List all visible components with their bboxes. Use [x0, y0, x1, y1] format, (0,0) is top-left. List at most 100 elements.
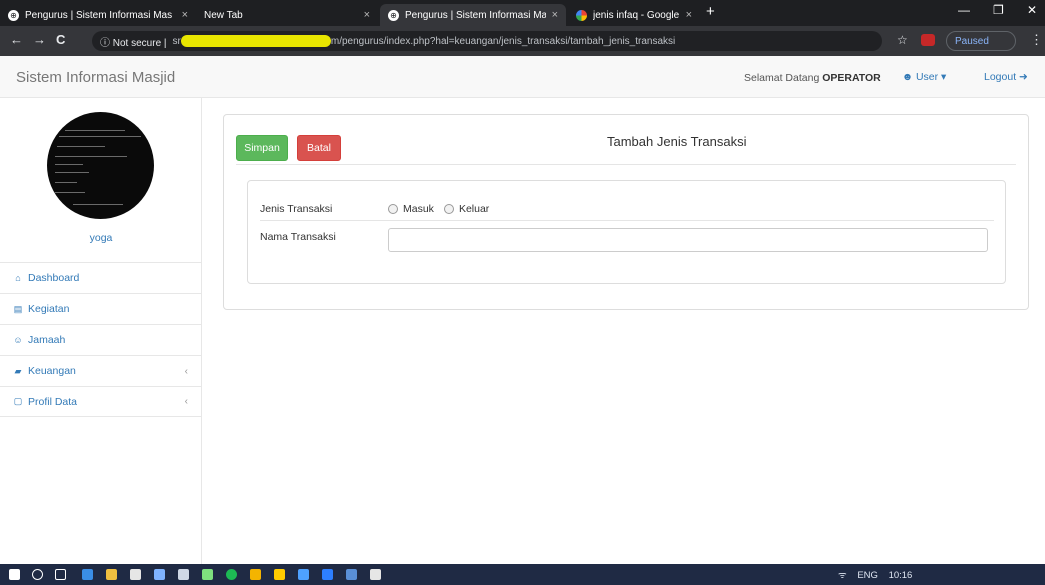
jenis-transaksi-label: Jenis Transaksi [260, 203, 333, 215]
google-icon [576, 9, 587, 21]
url-prefix: sr [172, 35, 181, 47]
welcome-role: OPERATOR [822, 72, 881, 84]
browser-tab[interactable]: New Tab × [196, 4, 378, 26]
radio-keluar[interactable] [443, 204, 454, 214]
app-icon[interactable] [322, 569, 333, 580]
list-icon: ▤ [13, 303, 23, 314]
close-tab-icon[interactable]: × [552, 9, 558, 21]
browser-tab[interactable]: jenis infaq - Google Search × [568, 4, 700, 26]
bookmark-star-icon[interactable]: ☆ [897, 33, 908, 47]
app-brand[interactable]: Sistem Informasi Masjid [16, 69, 175, 86]
tab-title: Pengurus | Sistem Informasi Mas [25, 9, 173, 21]
sidebar-item-label: Jamaah [28, 334, 66, 346]
radio-masuk[interactable] [388, 204, 398, 214]
sidebar-item-label: Kegiatan [28, 303, 70, 315]
avatar [47, 112, 154, 219]
clock[interactable]: 10:16 [889, 570, 913, 581]
tab-title: Pengurus | Sistem Informasi Mas [405, 9, 546, 21]
sidebar-item-keuangan[interactable]: ▰ Keuangan ‹ [0, 355, 202, 386]
system-tray: ᯤ ENG 10:16 [838, 568, 920, 581]
form-panel: Simpan Batal Tambah Jenis Transaksi Jeni… [223, 114, 1029, 310]
page-title: Tambah Jenis Transaksi [607, 134, 747, 149]
home-icon: ⌂ [15, 273, 21, 283]
sidebar: yoga ⌂ Dashboard ▤ Kegiatan ☺ Jamaah ▰ K… [0, 98, 202, 564]
row-divider [260, 220, 994, 221]
sidebar-item-label: Dashboard [28, 272, 80, 284]
reload-icon[interactable]: C [56, 32, 65, 47]
app-icon[interactable] [154, 569, 165, 580]
search-icon[interactable] [32, 569, 43, 580]
store-icon[interactable] [130, 569, 141, 580]
globe-icon: ⊕ [388, 9, 399, 21]
redacted-url-part [180, 35, 331, 47]
app-navbar: Sistem Informasi Masjid Selamat Datang O… [0, 56, 1045, 98]
sidebar-username: yoga [89, 232, 113, 244]
sidebar-item-label: Profil Data [28, 395, 78, 408]
forward-icon[interactable]: → [33, 32, 46, 47]
globe-icon: ⊕ [8, 9, 19, 21]
task-view-icon[interactable] [55, 569, 66, 580]
file-explorer-icon[interactable] [106, 569, 117, 580]
url-text: m/pengurus/index.php?hal=keuangan/jenis_… [330, 35, 676, 47]
close-tab-icon[interactable]: × [686, 9, 692, 21]
sidebar-item-dashboard[interactable]: ⌂ Dashboard [0, 262, 202, 293]
radio-masuk-label[interactable]: Masuk [403, 203, 434, 215]
sidebar-item-label: Keuangan [28, 365, 76, 377]
app-icon[interactable] [274, 569, 285, 580]
sidebar-nav: ⌂ Dashboard ▤ Kegiatan ☺ Jamaah ▰ Keuang… [0, 262, 202, 417]
users-icon: ☺ [13, 335, 23, 345]
new-tab-button[interactable]: + [706, 3, 715, 20]
user-dropdown[interactable]: ☻ User ▾ [902, 71, 946, 83]
nama-transaksi-input[interactable] [388, 228, 988, 252]
app-icon[interactable] [370, 569, 381, 580]
cancel-button[interactable]: Batal [297, 135, 341, 161]
sidebar-item-profil-data[interactable]: ▢ Profil Data ‹ [0, 386, 202, 417]
browser-tab[interactable]: ⊕ Pengurus | Sistem Informasi Mas × [0, 4, 196, 26]
close-tab-icon[interactable]: × [364, 9, 370, 21]
welcome-text: Selamat Datang OPERATOR [744, 72, 881, 84]
radio-keluar-label[interactable]: Keluar [459, 203, 489, 215]
close-window-icon[interactable]: ✕ [1027, 3, 1037, 17]
chrome-icon[interactable] [250, 569, 261, 580]
back-icon[interactable]: ← [10, 32, 23, 47]
vscode-icon[interactable] [298, 569, 309, 580]
user-icon: ☻ [902, 71, 916, 83]
address-bar[interactable]: ⓘ Not secure | sr m/pengurus/index.php?h… [92, 31, 882, 51]
edge-icon[interactable] [82, 569, 93, 580]
panel-divider [236, 164, 1016, 165]
chevron-left-icon: ‹ [184, 396, 188, 407]
spotify-icon[interactable] [226, 569, 237, 580]
sidebar-item-kegiatan[interactable]: ▤ Kegiatan [0, 293, 202, 324]
book-icon: ▰ [14, 365, 22, 376]
user-menu-label: User ▾ [915, 71, 947, 83]
minimize-icon[interactable]: — [958, 3, 970, 17]
browser-tab-strip: ⊕ Pengurus | Sistem Informasi Mas × New … [0, 0, 1045, 26]
sidebar-item-jamaah[interactable]: ☺ Jamaah [0, 324, 202, 355]
browser-toolbar: ← → C ⓘ Not secure | sr m/pengurus/index… [0, 26, 1045, 56]
nama-transaksi-label: Nama Transaksi [260, 231, 336, 243]
mail-icon[interactable] [178, 569, 189, 580]
chevron-left-icon: ‹ [184, 365, 188, 377]
browser-tab-active[interactable]: ⊕ Pengurus | Sistem Informasi Mas × [380, 4, 566, 26]
save-button[interactable]: Simpan [236, 135, 288, 161]
app-icon[interactable] [346, 569, 357, 580]
logout-link[interactable]: Logout ➜ [984, 71, 1028, 83]
language-indicator[interactable]: ENG [857, 570, 878, 581]
windows-start-icon[interactable] [9, 569, 20, 580]
welcome-prefix: Selamat Datang [744, 72, 820, 84]
profile-paused-button[interactable]: Paused [946, 31, 1016, 51]
infinity-app-icon[interactable] [202, 569, 213, 580]
extension-icon[interactable] [921, 34, 935, 46]
jenis-transaksi-radio-group: Masuk Keluar [388, 203, 489, 215]
tab-title: jenis infaq - Google Search [593, 9, 680, 21]
windows-taskbar: ᯤ ENG 10:16 [0, 564, 1045, 585]
close-tab-icon[interactable]: × [182, 9, 188, 21]
form-box: Jenis Transaksi Masuk Keluar Nama Transa… [247, 180, 1006, 284]
network-icon[interactable]: ᯤ [838, 570, 847, 581]
file-icon: ▢ [13, 396, 23, 406]
maximize-icon[interactable]: ❐ [993, 3, 1004, 17]
browser-menu-icon[interactable]: ⋮ [1030, 32, 1043, 48]
paused-label: Paused [955, 35, 989, 47]
tab-title: New Tab [204, 9, 243, 21]
security-indicator[interactable]: ⓘ Not secure | [100, 34, 167, 49]
